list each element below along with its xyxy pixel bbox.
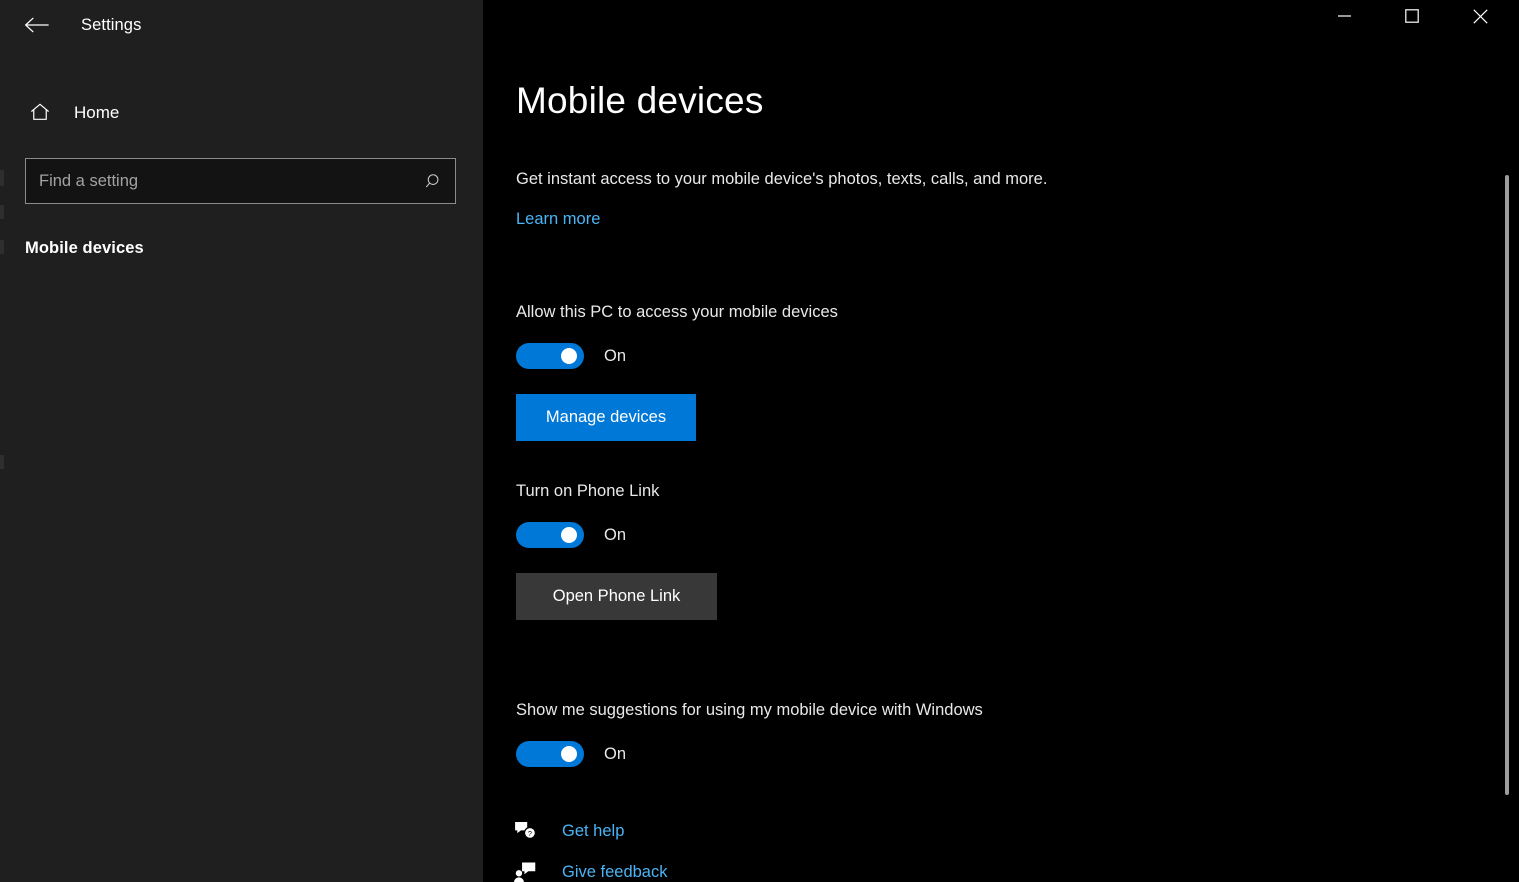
setting-label-show-suggestions: Show me suggestions for using my mobile …: [516, 701, 983, 719]
manage-devices-button[interactable]: Manage devices: [516, 394, 696, 441]
give-feedback-link[interactable]: Give feedback: [513, 857, 667, 882]
toggle-row-show-suggestions: On: [516, 741, 626, 767]
toggle-show-suggestions[interactable]: [516, 741, 584, 767]
open-phone-link-button[interactable]: Open Phone Link: [516, 573, 717, 620]
background-window-artifact: [0, 205, 4, 219]
get-help-link[interactable]: ? Get help: [513, 816, 624, 846]
window-title: Settings: [81, 15, 142, 34]
back-arrow-icon: [24, 16, 50, 34]
sidebar-item-home[interactable]: Home: [16, 92, 456, 132]
toggle-state-turn-on-phone-link: On: [604, 525, 627, 544]
content-scrollbar-track[interactable]: [1504, 50, 1510, 882]
setting-label-allow-pc-access: Allow this PC to access your mobile devi…: [516, 303, 838, 321]
settings-window: Home Mobile devices Mobile devices Get i…: [0, 0, 1519, 882]
home-icon: [25, 97, 55, 127]
learn-more-link[interactable]: Learn more: [516, 209, 600, 230]
close-button[interactable]: [1457, 0, 1503, 32]
background-window-artifact: [0, 170, 4, 186]
toggle-state-show-suggestions: On: [604, 744, 627, 763]
title-bar-left: Settings: [0, 0, 483, 50]
background-window-artifact: [0, 240, 4, 254]
setting-label-turn-on-phone-link: Turn on Phone Link: [516, 482, 660, 500]
page-description: Get instant access to your mobile device…: [516, 170, 1048, 188]
sidebar: Home Mobile devices: [0, 0, 483, 882]
page-title: Mobile devices: [516, 80, 764, 121]
svg-text:?: ?: [528, 829, 532, 838]
back-button[interactable]: [14, 5, 60, 45]
sidebar-section-title: Mobile devices: [25, 239, 144, 257]
close-icon: [1472, 8, 1488, 24]
content-pane: Mobile devices Get instant access to you…: [483, 0, 1519, 882]
toggle-knob: [561, 348, 577, 364]
toggle-knob: [561, 527, 577, 543]
toggle-row-turn-on-phone-link: On: [516, 522, 626, 548]
get-help-label: Get help: [562, 821, 625, 840]
toggle-row-allow-pc-access: On: [516, 343, 626, 369]
give-feedback-label: Give feedback: [562, 862, 668, 881]
background-window-artifact: [0, 455, 4, 469]
toggle-state-allow-pc-access: On: [604, 346, 627, 365]
maximize-button[interactable]: [1389, 0, 1435, 32]
toggle-allow-pc-access[interactable]: [516, 343, 584, 369]
help-question-bubble-icon: ?: [513, 818, 543, 844]
minimize-icon: [1337, 15, 1351, 17]
search-icon[interactable]: [413, 159, 455, 203]
toggle-turn-on-phone-link[interactable]: [516, 522, 584, 548]
search-input[interactable]: [26, 159, 413, 203]
minimize-button[interactable]: [1321, 0, 1367, 32]
maximize-icon: [1405, 9, 1419, 23]
content-scrollbar-thumb[interactable]: [1505, 175, 1509, 795]
sidebar-item-home-label: Home: [74, 102, 120, 122]
feedback-person-bubble-icon: [513, 859, 543, 882]
title-bar-right: [483, 0, 1519, 50]
search-box[interactable]: [25, 158, 456, 204]
title-bar: Settings: [0, 0, 1519, 50]
toggle-knob: [561, 746, 577, 762]
